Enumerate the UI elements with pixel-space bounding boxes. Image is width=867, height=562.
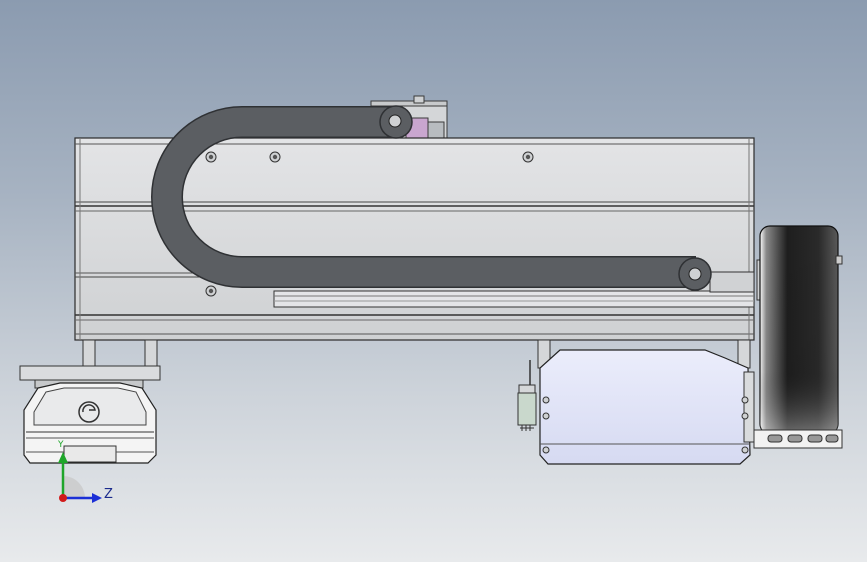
controller-enclosure[interactable] xyxy=(539,349,755,465)
screw xyxy=(522,151,534,163)
drive-wheel[interactable] xyxy=(756,225,843,435)
z-axis-label: Z xyxy=(104,487,113,502)
cable-connector[interactable] xyxy=(517,360,537,431)
cad-viewport[interactable]: Y Z xyxy=(0,0,867,562)
screw xyxy=(205,151,217,163)
cad-model-view[interactable] xyxy=(0,0,867,562)
left-support-posts xyxy=(82,339,158,368)
screw xyxy=(269,151,281,163)
left-drive-unit[interactable] xyxy=(19,365,161,464)
screw xyxy=(205,285,217,297)
aluminum-profile xyxy=(753,429,843,449)
y-axis-label: Y xyxy=(58,440,64,450)
